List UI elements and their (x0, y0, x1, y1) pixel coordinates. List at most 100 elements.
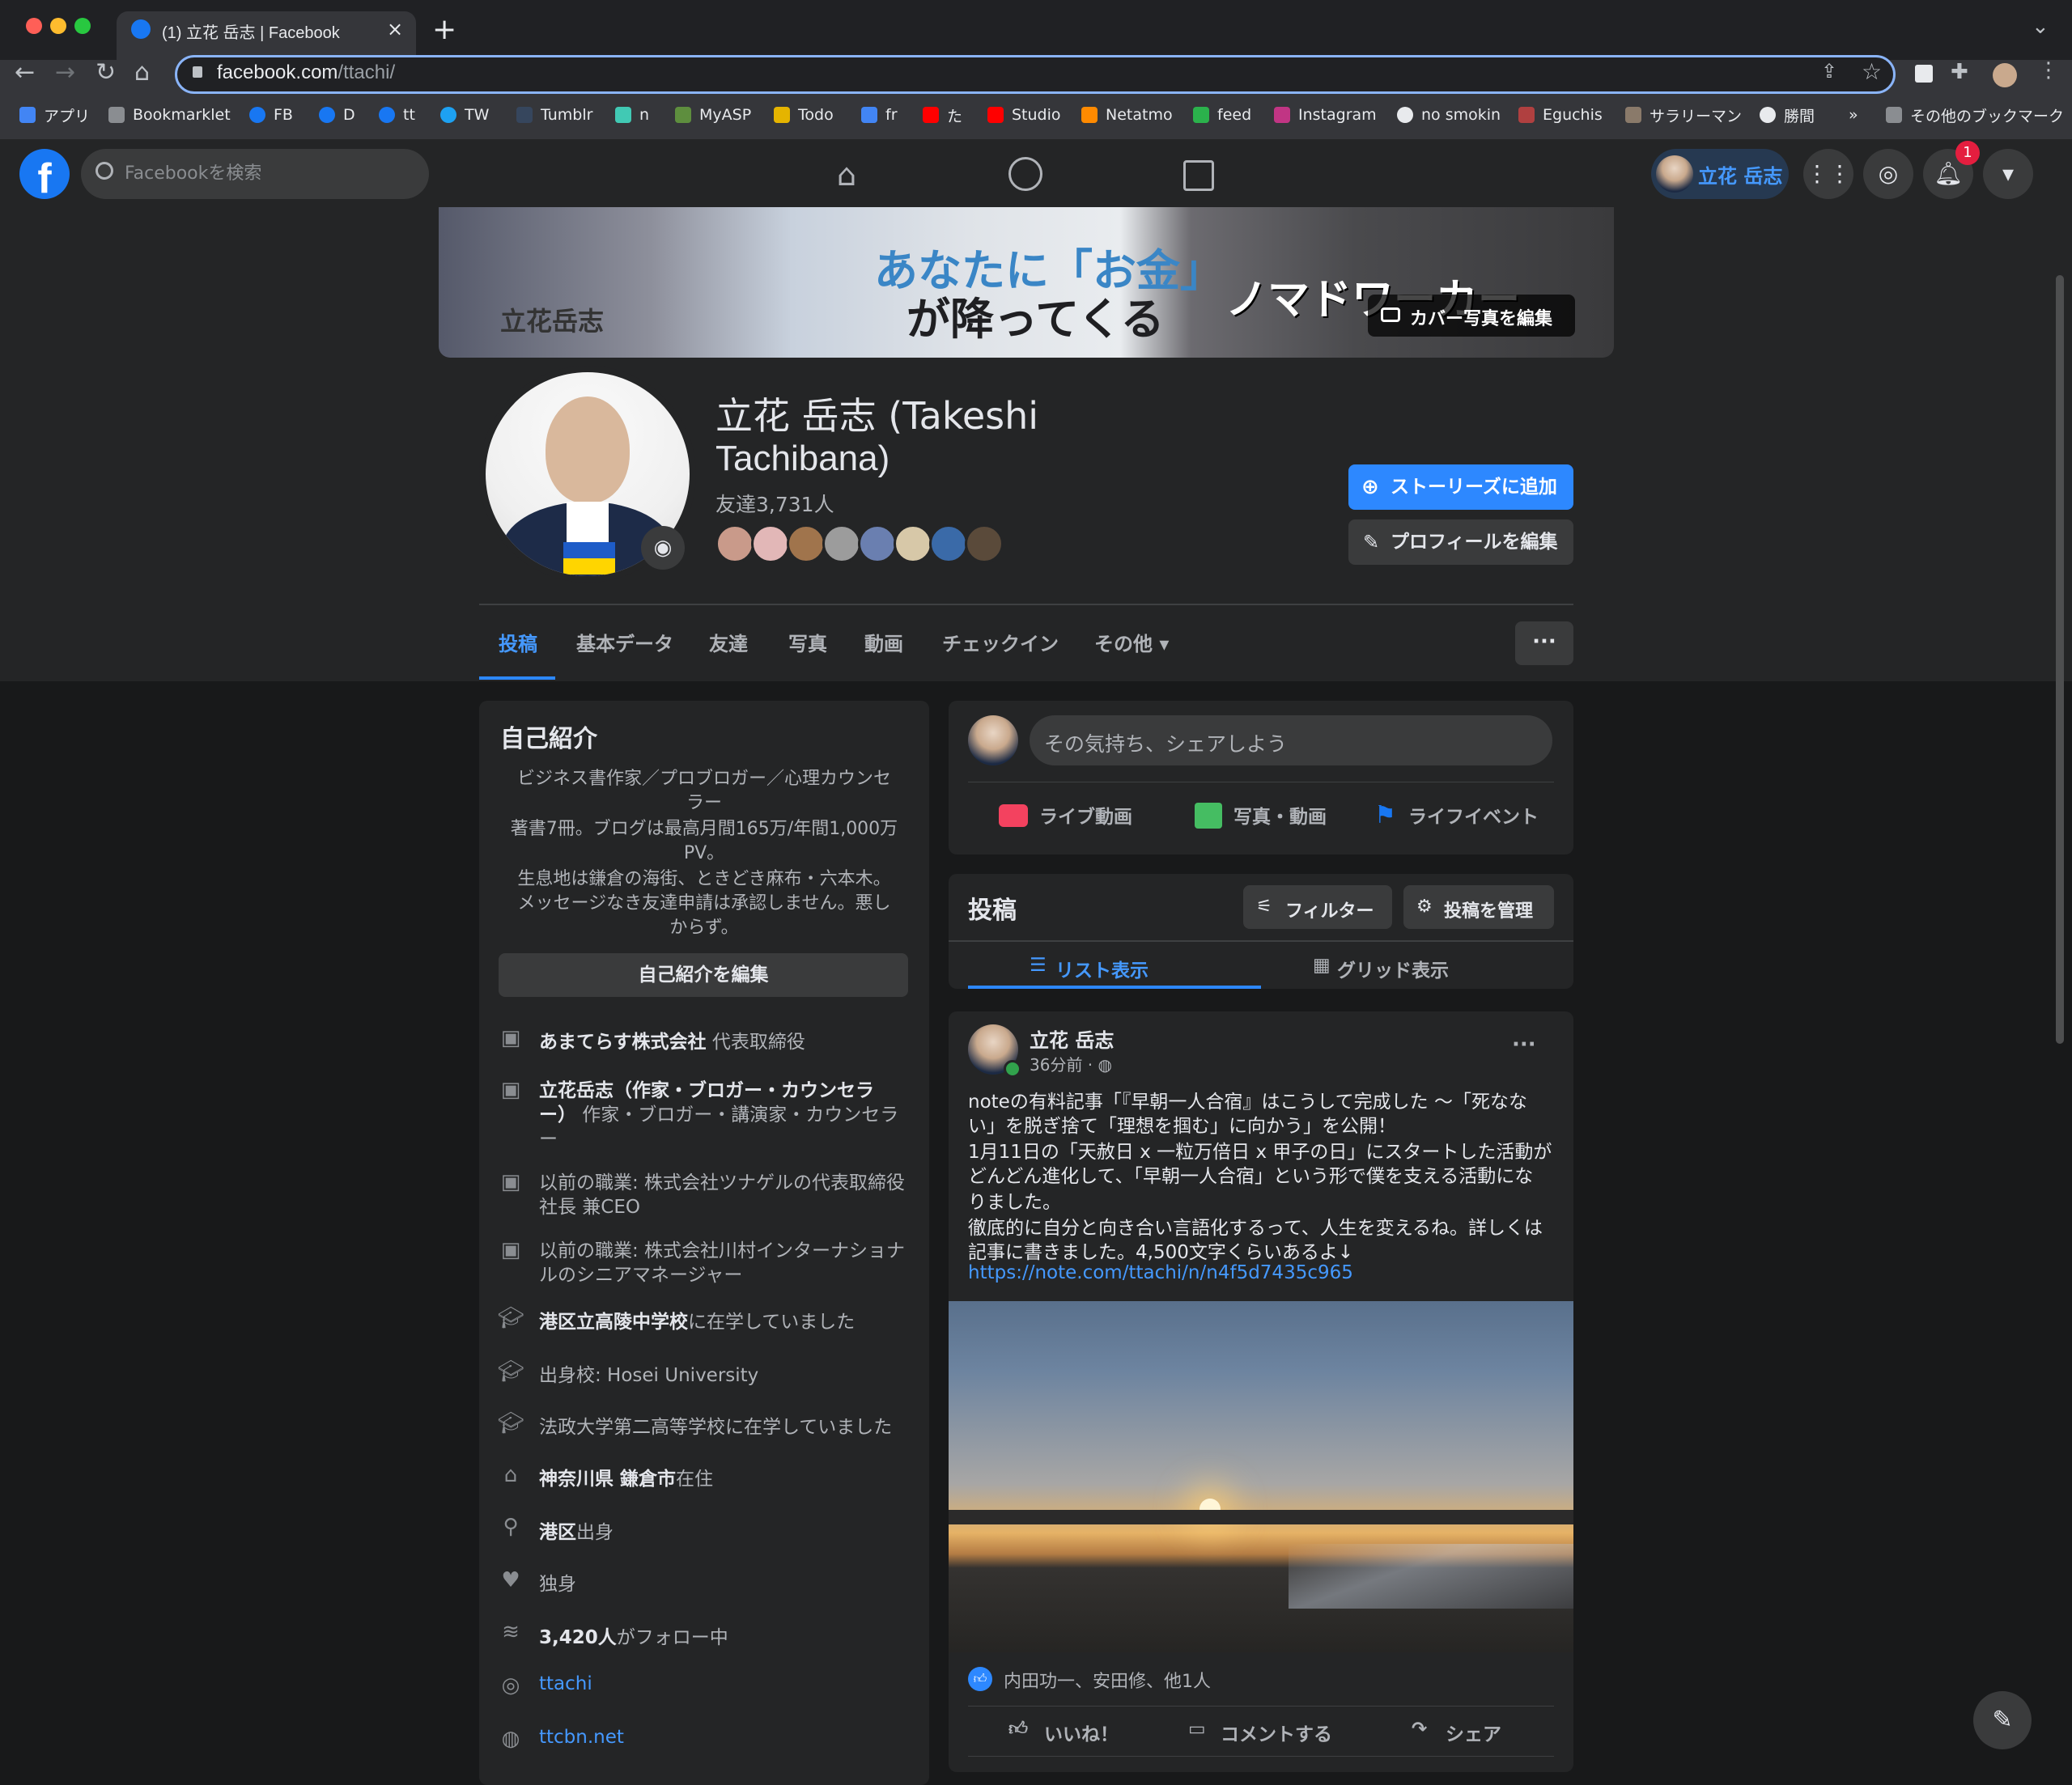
zoom-window-button[interactable] (74, 18, 91, 34)
twitter-icon (440, 107, 456, 123)
post-photo-sunset-beach[interactable] (949, 1301, 1573, 1652)
work-item: 以前の職業: 株式会社川村インターナショナ (539, 1240, 906, 1261)
bookmark-item[interactable]: fr (861, 100, 898, 129)
friend-avatar[interactable] (751, 524, 790, 563)
bookmark-item[interactable]: た (923, 100, 962, 129)
friend-avatar[interactable] (929, 524, 968, 563)
messenger-icon[interactable]: ◎ (1863, 149, 1913, 199)
folder-icon (1886, 107, 1902, 123)
bookmark-item[interactable]: Bookmarklet (108, 100, 231, 129)
groups-nav-icon[interactable] (1008, 157, 1042, 191)
bookmark-item[interactable]: サラリーマン (1625, 100, 1742, 129)
photo-video-button[interactable]: 写真・動画 (1233, 801, 1327, 829)
list-view-tab[interactable]: リスト表示 (1055, 955, 1149, 982)
friend-avatar[interactable] (787, 524, 826, 563)
bookmark-item[interactable]: Tumblr (516, 100, 592, 129)
life-event-button[interactable]: ライフイベント (1408, 801, 1539, 829)
instagram-link[interactable]: ttachi (539, 1673, 592, 1694)
tab-more[interactable]: その他 ▾ (1094, 628, 1169, 656)
bookmark-item[interactable]: Todo (774, 100, 834, 129)
post-options-button[interactable]: ··· (1512, 1032, 1536, 1057)
friend-avatar[interactable] (965, 524, 1004, 563)
bookmark-item[interactable]: Eguchis (1518, 100, 1603, 129)
profile-name-line2: Tachibana) (715, 439, 890, 478)
post-timestamp[interactable]: 36分前 · ◍ (1030, 1052, 1112, 1075)
update-profile-picture-camera-icon[interactable]: ◉ (641, 526, 685, 570)
friend-avatar[interactable] (858, 524, 897, 563)
facebook-favicon-icon (131, 19, 151, 39)
followers-item[interactable]: 3,420人がフォロー中 (539, 1622, 728, 1649)
grid-view-tab[interactable]: グリッド表示 (1337, 955, 1449, 982)
home-nav-icon[interactable]: ⌂ (837, 157, 856, 193)
forward-arrow-icon[interactable]: → (55, 58, 75, 87)
bookmark-item[interactable]: tt (379, 100, 415, 129)
friend-avatar[interactable] (822, 524, 861, 563)
edit-cover-photo-label: カバー写真を編集 (1410, 309, 1553, 329)
browser-profile-avatar[interactable] (1993, 63, 2017, 87)
tab-photos[interactable]: 写真 (788, 628, 827, 656)
friends-count[interactable]: 友達3,731人 (715, 489, 834, 518)
extension-icon[interactable] (1915, 65, 1933, 83)
tab-posts[interactable]: 投稿 (499, 628, 537, 656)
bookmark-star-icon[interactable]: ☆ (1862, 58, 1882, 85)
edit-profile-button[interactable]: ✎ プロフィールを編集 (1348, 519, 1573, 565)
tab-checkins[interactable]: チェックイン (942, 628, 1059, 656)
bookmark-item[interactable]: 勝間 (1760, 100, 1815, 129)
tab-friends[interactable]: 友達 (709, 628, 748, 656)
add-to-story-button[interactable]: ⊕ ストーリーズに追加 (1348, 464, 1573, 510)
account-chevron-down-icon[interactable]: ▾ (1983, 149, 2033, 199)
facebook-search-input[interactable]: Facebookを検索 (81, 149, 429, 199)
bookmark-item[interactable]: MyASP (675, 100, 751, 129)
close-window-button[interactable] (26, 18, 42, 34)
bookmark-item[interactable]: Studio (987, 100, 1061, 129)
bio-line: ビジネス書作家／プロブロガー／心理カウンセ (516, 769, 891, 789)
bookmark-item[interactable]: n (615, 100, 649, 129)
back-arrow-icon[interactable]: ← (15, 58, 35, 87)
bookmarks-bar: アプリ Bookmarklet FB D tt TW Tumblr n MyAS… (0, 100, 2072, 129)
more-options-button[interactable]: ··· (1515, 621, 1573, 665)
tab-videos[interactable]: 動画 (864, 628, 903, 656)
minimize-window-button[interactable] (50, 18, 66, 34)
gaming-nav-icon[interactable] (1183, 160, 1214, 191)
reload-icon[interactable]: ↻ (96, 58, 116, 87)
ukraine-flag-blue (563, 542, 615, 558)
lock-icon (193, 66, 202, 78)
live-video-button[interactable]: ライブ動画 (1039, 801, 1132, 829)
facebook-logo-icon[interactable]: f (19, 149, 70, 199)
bookmark-item[interactable]: no smokin (1397, 100, 1501, 129)
bookmark-item[interactable]: feed (1193, 100, 1251, 129)
reactions-summary[interactable]: 内田功一、安田修、他1人 (1004, 1667, 1211, 1693)
bookmark-item[interactable]: Instagram (1274, 100, 1377, 129)
website-link[interactable]: ttcbn.net (539, 1727, 624, 1748)
post-text-line: 徹底的に自分と向き合い言語化するって、人生を変えるね。詳しくは (968, 1218, 1543, 1239)
new-message-compose-icon[interactable]: ✎ (1973, 1691, 2032, 1749)
friend-avatar[interactable] (715, 524, 754, 563)
tab-search-chevron-icon[interactable]: ⌄ (2032, 15, 2049, 39)
filter-label: フィルター (1285, 901, 1374, 922)
puzzle-icon[interactable]: ✚ (1951, 60, 1968, 84)
page-scrollbar[interactable] (2056, 275, 2064, 1044)
post-author-name[interactable]: 立花 岳志 (1030, 1024, 1114, 1053)
bookmark-item[interactable]: D (319, 100, 355, 129)
work-item: 社長 兼CEO (539, 1197, 641, 1218)
tab-close-icon[interactable]: × (387, 18, 403, 40)
address-bar[interactable] (175, 55, 1896, 94)
comment-button[interactable]: コメントする (1221, 1719, 1332, 1746)
bookmark-item[interactable]: TW (440, 100, 489, 129)
tab-about[interactable]: 基本データ (576, 628, 673, 656)
bookmarks-overflow-button[interactable]: » (1849, 100, 1858, 129)
home-icon[interactable]: ⌂ (134, 58, 150, 87)
composer-avatar[interactable] (968, 715, 1018, 765)
bookmark-item[interactable]: その他のブックマーク (1886, 100, 2064, 129)
friend-avatar[interactable] (894, 524, 932, 563)
menu-grid-icon[interactable]: ⋮⋮ (1803, 149, 1853, 199)
new-tab-button[interactable]: + (432, 13, 456, 46)
bookmark-item[interactable]: アプリ (19, 100, 90, 129)
post-link[interactable]: https://note.com/ttachi/n/n4f5d7435c965 (968, 1262, 1353, 1283)
share-icon[interactable]: ⇪ (1821, 60, 1837, 83)
bookmark-item[interactable]: Netatmo (1081, 100, 1173, 129)
share-button[interactable]: シェア (1446, 1719, 1501, 1746)
bookmark-item[interactable]: FB (249, 100, 293, 129)
like-button[interactable]: いいね！ (1044, 1719, 1119, 1746)
browser-menu-icon[interactable]: ⋮ (2038, 58, 2059, 83)
